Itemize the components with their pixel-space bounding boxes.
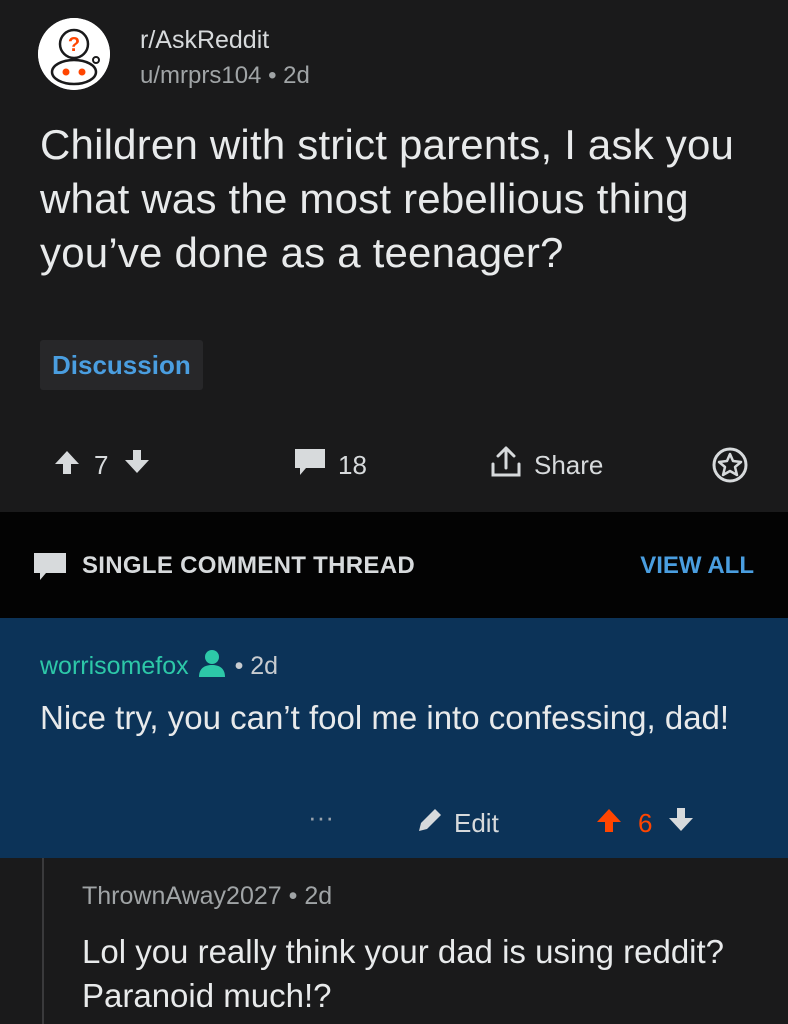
edit-label: Edit xyxy=(454,807,499,838)
comment-score: 6 xyxy=(638,807,653,838)
comment-age: 2d xyxy=(250,652,279,680)
reply-body: Lol you really think your dad is using r… xyxy=(82,933,725,1014)
comment-action-bar: ··· Edit 6 xyxy=(0,798,788,848)
comment-count: 18 xyxy=(338,449,367,480)
view-all-button[interactable]: VIEW ALL xyxy=(640,552,754,580)
downvote-arrow-icon[interactable] xyxy=(666,805,696,842)
post-score: 7 xyxy=(94,449,109,480)
upvote-arrow-icon[interactable] xyxy=(594,805,624,842)
post-action-bar: 7 18 Share xyxy=(0,440,788,490)
upvote-arrow-icon[interactable] xyxy=(52,447,82,484)
edit-button[interactable]: Edit xyxy=(414,798,499,848)
comment-bubble-icon xyxy=(292,446,328,485)
reply-separator: • xyxy=(288,882,298,910)
reply-author[interactable]: ThrownAway2027 xyxy=(82,882,282,910)
share-button[interactable]: Share xyxy=(488,440,603,490)
comment-author[interactable]: worrisomefox xyxy=(40,652,189,680)
downvote-arrow-icon[interactable] xyxy=(122,447,152,484)
svg-text:?: ? xyxy=(68,34,80,56)
subreddit-name[interactable]: r/AskReddit xyxy=(140,26,269,55)
highlighted-comment: worrisomefox • 2d Nice try, you can’t fo… xyxy=(0,618,788,858)
post-meta: u/mrprs104 • 2d xyxy=(140,62,310,90)
reply-age: 2d xyxy=(304,882,333,910)
moderator-person-icon xyxy=(196,648,228,685)
share-label: Share xyxy=(534,449,604,480)
share-icon xyxy=(488,444,524,487)
award-icon[interactable] xyxy=(710,440,750,490)
reply-comment: ThrownAway2027 • 2d Lol you really think… xyxy=(0,858,788,1024)
comments-button[interactable]: 18 xyxy=(292,440,367,490)
post-title: Children with strict parents, I ask you … xyxy=(40,121,735,276)
thread-comment-icon xyxy=(32,550,68,587)
post-card: ? r/AskReddit u/mrprs104 • 2d Children w… xyxy=(0,0,788,512)
comment-header: worrisomefox • 2d xyxy=(40,648,278,685)
meta-separator: • xyxy=(268,62,277,89)
askreddit-snoo-icon[interactable]: ? xyxy=(38,18,110,90)
comment-body: Nice try, you can’t fool me into confess… xyxy=(40,699,730,736)
post-age: 2d xyxy=(283,62,310,89)
comment-vote-group: 6 xyxy=(594,798,696,848)
comment-separator: • xyxy=(234,652,244,680)
single-thread-bar: SINGLE COMMENT THREAD VIEW ALL xyxy=(0,512,788,618)
reply-header: ThrownAway2027 • 2d xyxy=(82,882,332,911)
more-options-button[interactable]: ··· xyxy=(308,802,334,833)
thread-indent-line[interactable] xyxy=(42,858,44,1024)
pencil-icon xyxy=(414,804,446,843)
post-author[interactable]: u/mrprs104 xyxy=(140,62,261,89)
thread-label: SINGLE COMMENT THREAD xyxy=(82,552,415,579)
post-flair: Discussion xyxy=(40,340,203,390)
vote-group: 7 xyxy=(52,440,152,490)
